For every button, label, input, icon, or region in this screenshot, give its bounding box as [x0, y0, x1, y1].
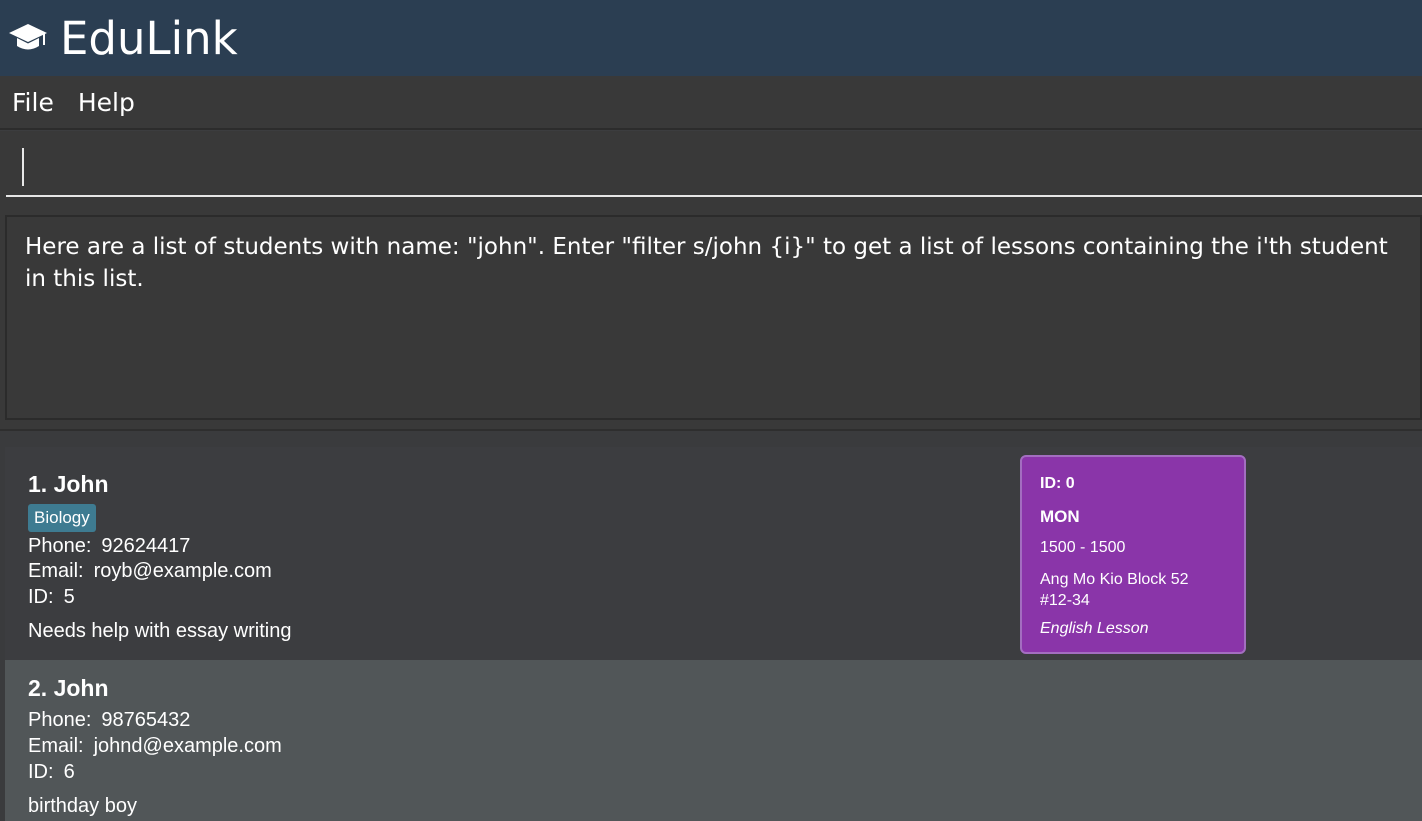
phone-field: Phone: 92624417 — [28, 535, 190, 558]
phone-field: Phone: 98765432 — [28, 709, 190, 732]
menu-help[interactable]: Help — [66, 88, 147, 117]
email-field: Email: johnd@example.com — [28, 735, 282, 758]
phone-value: 92624417 — [101, 535, 191, 557]
app-title: EduLink — [60, 11, 238, 65]
phone-value: 98765432 — [101, 709, 191, 731]
lesson-day: MON — [1040, 507, 1080, 526]
command-box — [0, 131, 1422, 203]
command-input[interactable] — [6, 139, 1422, 197]
lesson-time: 1500 - 1500 — [1040, 539, 1126, 556]
student-name: 1. John — [28, 471, 109, 497]
email-label: Email: — [28, 560, 84, 582]
lesson-address: Ang Mo Kio Block 52 #12-34 — [1040, 571, 1189, 609]
lesson-id: ID: 0 — [1040, 475, 1075, 492]
id-value: 5 — [63, 586, 75, 608]
result-panel: Here are a list of students with name: "… — [0, 203, 1422, 431]
student-list[interactable]: 1. John Biology Phone: 92624417 Email: roy… — [0, 431, 1422, 821]
lesson-card[interactable]: ID: 0 MON 1500 - 1500 Ang Mo Kio Block 5… — [1020, 455, 1246, 654]
id-label: ID: — [28, 586, 54, 608]
subject-tag: Biology — [28, 504, 96, 532]
list-item[interactable]: 1. John Biology Phone: 92624417 Email: roy… — [5, 447, 1422, 660]
remark-text: Needs help with essay writing — [28, 620, 292, 642]
email-label: Email: — [28, 735, 84, 757]
menu-file[interactable]: File — [0, 88, 66, 117]
email-field: Email: royb@example.com — [28, 560, 272, 583]
student-name: 2. John — [28, 675, 109, 701]
result-display: Here are a list of students with name: "… — [5, 215, 1422, 420]
email-value: royb@example.com — [93, 560, 272, 582]
phone-label: Phone: — [28, 709, 92, 731]
phone-label: Phone: — [28, 535, 92, 557]
menu-bar: File Help — [0, 76, 1422, 130]
email-value: johnd@example.com — [93, 735, 282, 757]
id-field: ID: 6 — [28, 761, 75, 784]
list-item[interactable]: 2. John Phone: 98765432 Email: johnd@examp… — [5, 660, 1422, 821]
remark-text: birthday boy — [28, 795, 137, 817]
graduation-cap-icon — [8, 18, 48, 58]
id-label: ID: — [28, 761, 54, 783]
id-value: 6 — [63, 761, 75, 783]
id-field: ID: 5 — [28, 586, 75, 609]
text-caret — [22, 148, 24, 186]
title-bar: EduLink — [0, 0, 1422, 76]
lesson-subject: English Lesson — [1040, 620, 1149, 637]
